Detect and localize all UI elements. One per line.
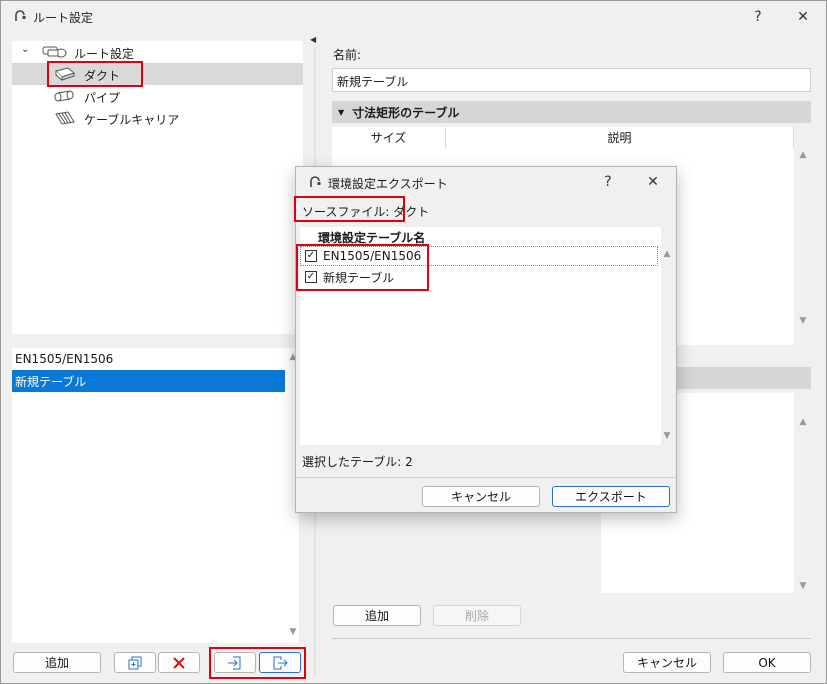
tree-item-pipe[interactable]: パイプ <box>12 85 303 107</box>
delete-row-button[interactable]: 削除 <box>433 605 521 626</box>
window-title: ルート設定 <box>33 11 94 25</box>
scroll-up-icon[interactable]: ▲ <box>662 249 672 259</box>
row-label: 新規テーブル <box>323 270 395 285</box>
list-item[interactable]: 新規テーブル <box>12 370 285 392</box>
ok-button[interactable]: OK <box>723 652 811 673</box>
tree-item-duct[interactable]: ダクト <box>12 63 303 85</box>
scroll-up-icon[interactable]: ▲ <box>798 417 808 427</box>
table-name-list: 環境設定テーブル名 ✓ EN1505/EN1506 ✓ 新規テーブル <box>300 227 661 445</box>
dialog-export-button[interactable]: エクスポート <box>552 486 670 507</box>
table-row[interactable]: ✓ 新規テーブル <box>300 267 658 287</box>
row-label: EN1505/EN1506 <box>323 249 422 263</box>
export-preferences-dialog: 環境設定エクスポート ? ✕ ソースファイル: ダクト 環境設定テーブル名 ✓ … <box>294 166 677 513</box>
delete-x-icon <box>173 656 185 669</box>
column-header-description[interactable]: 説明 <box>446 127 794 149</box>
tree-item-label: ケーブルキャリア <box>84 113 180 127</box>
tree-root[interactable]: ⌄ ルート設定 <box>12 41 303 63</box>
table-list: EN1505/EN1506 新規テーブル ▲ ▼ <box>12 348 299 643</box>
section-header[interactable]: ▼ 寸法矩形のテーブル <box>332 101 811 123</box>
tree-root-label: ルート設定 <box>74 47 135 61</box>
chevron-down-icon[interactable]: ⌄ <box>21 44 29 55</box>
scroll-down-icon[interactable]: ▼ <box>798 316 808 326</box>
delete-table-button[interactable] <box>158 652 200 673</box>
tree-item-cable-carrier[interactable]: ケーブルキャリア <box>12 107 303 129</box>
cable-carrier-icon <box>54 110 76 126</box>
table-row[interactable]: ✓ EN1505/EN1506 <box>300 246 658 266</box>
column-header-size[interactable]: サイズ <box>332 127 446 149</box>
pipe-icon <box>54 88 76 104</box>
scroll-up-icon[interactable]: ▲ <box>798 150 808 160</box>
selected-count: 選択したテーブル: 2 <box>302 455 413 469</box>
import-icon <box>228 656 241 669</box>
duplicate-icon <box>128 656 142 669</box>
help-button[interactable]: ? <box>746 5 770 29</box>
tree-item-label: ダクト <box>84 69 121 83</box>
close-button[interactable]: ✕ <box>791 5 815 29</box>
row-checkbox[interactable]: ✓ <box>305 250 317 262</box>
collapse-left-icon[interactable]: ◀ <box>310 35 316 44</box>
scroll-down-icon[interactable]: ▼ <box>288 627 298 637</box>
app-icon <box>13 9 27 23</box>
list-item-label: 新規テーブル <box>15 374 87 389</box>
name-field[interactable]: 新規テーブル <box>332 68 811 92</box>
add-table-button[interactable]: 追加 <box>13 652 101 673</box>
export-button[interactable] <box>259 652 301 673</box>
import-button[interactable] <box>214 652 256 673</box>
duplicate-button[interactable] <box>114 652 156 673</box>
list-column-header: 環境設定テーブル名 <box>318 231 426 245</box>
dialog-close-button[interactable]: ✕ <box>641 170 665 194</box>
dialog-title: 環境設定エクスポート <box>328 177 448 191</box>
section-title: 寸法矩形のテーブル <box>352 105 460 120</box>
dialog-help-button[interactable]: ? <box>596 170 620 194</box>
route-icon <box>42 44 68 60</box>
tree-item-label: パイプ <box>84 91 121 105</box>
dialog-divider <box>296 477 676 478</box>
collapse-triangle-icon: ▼ <box>338 107 345 117</box>
row-checkbox[interactable]: ✓ <box>305 271 317 283</box>
scroll-down-icon[interactable]: ▼ <box>798 581 808 591</box>
name-label: 名前: <box>333 48 362 62</box>
dialog-app-icon <box>308 175 322 189</box>
source-file-label: ソースファイル: ダクト <box>302 205 430 219</box>
export-icon <box>273 656 288 669</box>
scroll-down-icon[interactable]: ▼ <box>662 431 672 441</box>
dialog-cancel-button[interactable]: キャンセル <box>422 486 540 507</box>
divider <box>332 638 811 639</box>
name-field-value: 新規テーブル <box>337 75 409 89</box>
list-item-label: EN1505/EN1506 <box>15 352 114 366</box>
list-item[interactable]: EN1505/EN1506 <box>12 348 285 370</box>
duct-icon <box>54 66 76 82</box>
title-bar: ルート設定 ? ✕ <box>1 1 826 33</box>
route-tree: ⌄ ルート設定 ダクト パイプ ケーブルキャリア <box>12 41 303 334</box>
add-row-button[interactable]: 追加 <box>333 605 421 626</box>
cancel-button[interactable]: キャンセル <box>623 652 711 673</box>
